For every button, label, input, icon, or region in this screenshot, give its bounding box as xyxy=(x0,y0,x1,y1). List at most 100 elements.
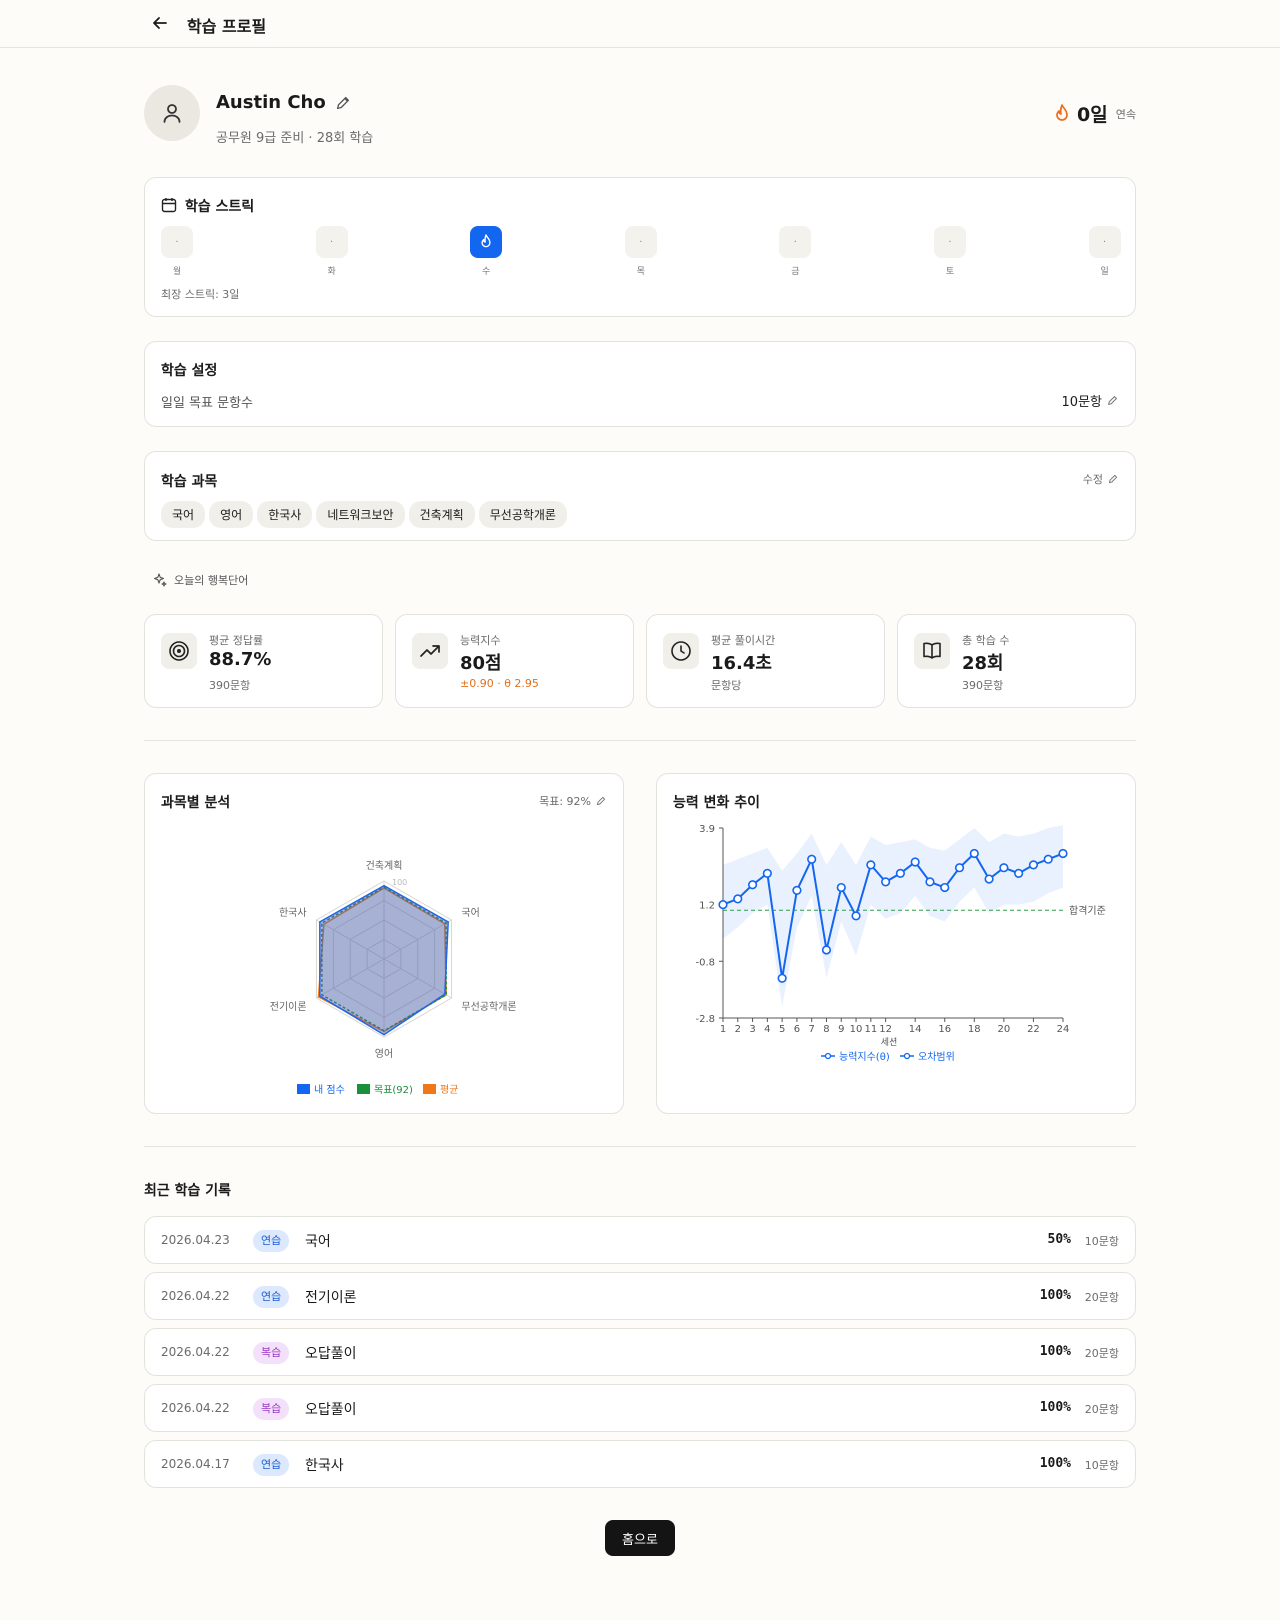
weekday-dot: · xyxy=(624,226,657,258)
ability-point[interactable] xyxy=(969,848,979,859)
edit-name-pencil-icon[interactable] xyxy=(334,94,352,112)
legend-label[interactable]: 오차범위 xyxy=(918,1050,955,1063)
record-row[interactable]: 2026.04.22 복습 오답풀이 100% 20문항 xyxy=(144,1328,1136,1376)
ability-point[interactable] xyxy=(999,863,1009,873)
record-date: 2026.04.23 xyxy=(161,1233,230,1247)
record-type-badge: 연습 xyxy=(253,1230,290,1252)
profile-name: Austin Cho xyxy=(216,92,326,113)
x-tick-label: 18 xyxy=(968,1024,981,1035)
ability-point[interactable] xyxy=(851,911,861,921)
x-tick-label: 2 xyxy=(735,1024,741,1035)
divider xyxy=(144,740,1136,741)
ability-point[interactable] xyxy=(881,877,891,887)
stat-sub: 390문항 xyxy=(209,679,251,692)
ability-point[interactable] xyxy=(747,880,758,890)
legend-swatch xyxy=(423,1084,436,1094)
weekday-dot: · xyxy=(1088,226,1121,258)
streak-label: 연속 xyxy=(1115,107,1136,121)
ability-point[interactable] xyxy=(1058,848,1068,859)
weekday-label: 금 xyxy=(791,267,800,277)
ability-point[interactable] xyxy=(940,882,950,893)
record-type-badge: 연습 xyxy=(253,1286,290,1308)
subjects-title: 학습 과목 xyxy=(161,474,218,490)
subjects-edit-button[interactable]: 수정 xyxy=(1083,471,1119,487)
subject-chip-list: 국어 영어 한국사 네트워크보안 건축계획 무선공학개론 xyxy=(161,501,571,528)
record-subject: 전기이론 xyxy=(305,1290,357,1306)
record-row[interactable]: 2026.04.22 연습 전기이론 100% 20문항 xyxy=(144,1272,1136,1320)
stat-label: 평균 풀이시간 xyxy=(711,634,776,647)
radar-score-fill xyxy=(319,885,449,1035)
record-count: 20문항 xyxy=(1084,1403,1119,1416)
x-tick-label: 24 xyxy=(1057,1024,1070,1035)
record-percent: 100% xyxy=(1039,1400,1071,1415)
ability-point[interactable] xyxy=(807,854,817,864)
weekday-label: 일 xyxy=(1100,267,1109,277)
ability-point[interactable] xyxy=(895,868,905,878)
record-count: 10문항 xyxy=(1084,1235,1119,1248)
happy-word-link[interactable]: 오늘의 행복단어 xyxy=(152,572,248,588)
ability-point[interactable] xyxy=(1043,854,1053,864)
ability-point[interactable] xyxy=(792,885,802,895)
pencil-icon xyxy=(1108,474,1118,484)
daily-goal-value[interactable]: 10문항 xyxy=(1062,391,1119,410)
ability-point[interactable] xyxy=(836,882,846,893)
legend-label[interactable]: 평균 xyxy=(440,1084,458,1096)
threshold-label: 합격기준 xyxy=(1069,904,1106,917)
home-button[interactable]: 홈으로 xyxy=(605,1520,675,1556)
record-row[interactable]: 2026.04.23 연습 국어 50% 10문항 xyxy=(144,1216,1136,1264)
record-subject: 오답풀이 xyxy=(305,1346,357,1362)
ability-point[interactable] xyxy=(777,973,787,983)
ability-point[interactable] xyxy=(718,899,728,910)
subjects-edit-label: 수정 xyxy=(1082,473,1103,486)
ability-line-chart: 3.91.2-0.8-2.81 2 3 4 5 6 7 8 9 10 11 12 14 16 18 20 22 2… xyxy=(695,824,1106,1063)
stat-sub: ±0.90 · θ 2.95 xyxy=(460,677,539,690)
legend-label[interactable]: 능력지수(θ) xyxy=(839,1051,890,1063)
ability-point[interactable] xyxy=(762,868,772,878)
ability-point[interactable] xyxy=(984,874,994,884)
record-date: 2026.04.22 xyxy=(161,1289,230,1303)
radar-category-label: 건축계획 xyxy=(366,860,403,872)
streak-card: 학습 스트릭 · 월 · 화 수 · 목 · 금 · 토 · 일 최장 스트릭: 3일 xyxy=(144,177,1136,317)
stat-sub: 문항당 xyxy=(711,679,742,692)
ability-point[interactable] xyxy=(1028,860,1039,870)
weekday-3: · 목 xyxy=(624,226,657,277)
y-tick-label: 3.9 xyxy=(699,824,715,835)
ability-point[interactable] xyxy=(821,945,832,955)
weekday-1: · 화 xyxy=(315,226,348,277)
stat-card: 총 학습 수 28회 390문항 xyxy=(897,614,1136,708)
radar-scale-label: 100 xyxy=(392,878,407,887)
weekday-label: 수 xyxy=(482,267,491,277)
legend-label[interactable]: 내 점수 xyxy=(314,1084,345,1096)
weekday-4: · 금 xyxy=(779,226,812,277)
ability-point[interactable] xyxy=(925,877,935,887)
x-tick-label: 4 xyxy=(764,1024,770,1035)
weekday-label: 화 xyxy=(327,267,336,277)
ability-point[interactable] xyxy=(910,857,920,867)
subject-chip: 건축계획 xyxy=(408,501,475,528)
legend-label[interactable]: 목표(92) xyxy=(374,1084,413,1096)
record-row[interactable]: 2026.04.17 연습 한국사 100% 10문항 xyxy=(144,1440,1136,1488)
settings-card: 학습 설정 일일 목표 문항수 10문항 xyxy=(144,341,1136,427)
ability-point[interactable] xyxy=(866,860,876,870)
clock-icon xyxy=(663,633,699,669)
subjects-card: 학습 과목 수정 국어 영어 한국사 네트워크보안 건축계획 무선공학개론 xyxy=(144,451,1136,541)
back-arrow-icon[interactable] xyxy=(150,13,170,33)
record-percent: 100% xyxy=(1039,1288,1071,1303)
x-axis-label: 세션 xyxy=(881,1037,898,1048)
y-tick-label: -0.8 xyxy=(695,957,715,968)
record-date: 2026.04.17 xyxy=(161,1457,230,1471)
x-tick-label: 8 xyxy=(823,1024,829,1035)
daily-goal-text: 10문항 xyxy=(1061,395,1102,410)
radar-chart: 100 건축계획국어무선공학개론영어 전기이론 한국사내 점수 목표(92) 평균 xyxy=(270,860,517,1096)
record-date: 2026.04.22 xyxy=(161,1345,230,1359)
subject-chip: 무선공학개론 xyxy=(478,501,567,528)
stat-label: 능력지수 xyxy=(460,634,501,647)
ability-point[interactable] xyxy=(733,894,743,904)
record-row[interactable]: 2026.04.22 복습 오답풀이 100% 20문항 xyxy=(144,1384,1136,1432)
ability-point[interactable] xyxy=(1014,868,1024,878)
x-tick-label: 14 xyxy=(909,1024,922,1035)
x-tick-label: 6 xyxy=(794,1024,800,1035)
ability-point[interactable] xyxy=(954,863,965,873)
y-tick-label: -2.8 xyxy=(695,1014,715,1025)
record-percent: 50% xyxy=(1047,1232,1071,1247)
